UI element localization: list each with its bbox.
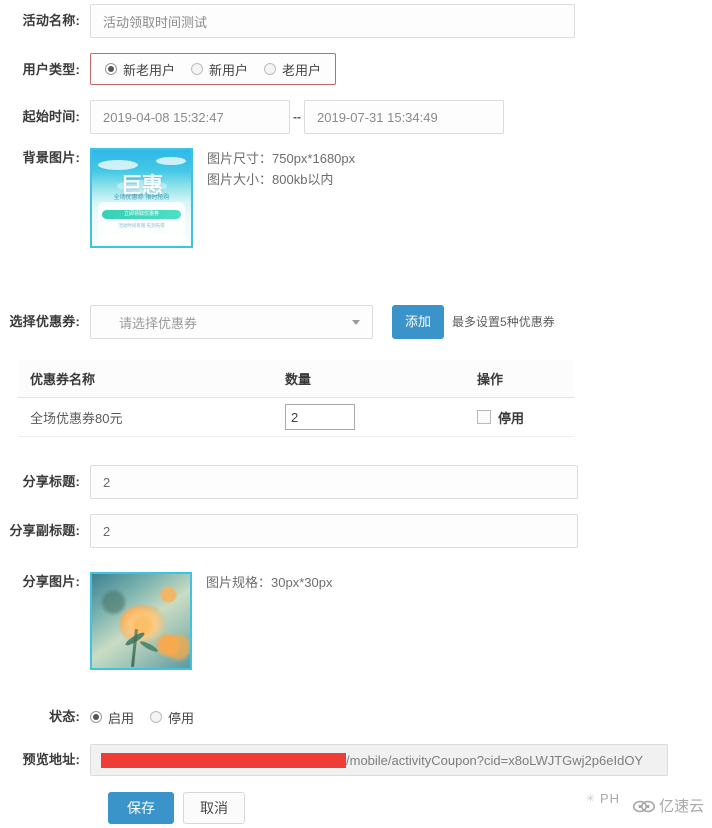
field-row-background-image: 背景图片: 巨惠 全场优惠券 限时抢购 立即领取优惠券 活动时间有限 先到先得 … [0, 148, 355, 248]
radio-indicator-icon [105, 63, 117, 75]
cancel-button[interactable]: 取消 [183, 792, 245, 824]
coupon-action-cell: 停用 [465, 397, 574, 437]
activity-edit-form: 活动名称: 用户类型: 新老用户 新用户 老用户 [0, 0, 712, 828]
preview-url-text: /mobile/activityCoupon?cid=x8oLWJTGwj2p6… [346, 752, 644, 768]
table-row: 全场优惠券80元 停用 [18, 397, 574, 437]
user-type-radio-group: 新老用户 新用户 老用户 [90, 53, 337, 85]
field-row-coupon-select: 选择优惠券: 请选择优惠券 添加 最多设置5种优惠券 [0, 305, 555, 339]
user-type-option-2[interactable]: 老用户 [264, 60, 321, 79]
user-type-option-1-label: 新用户 [209, 62, 249, 78]
radio-indicator-icon [264, 63, 277, 75]
background-image-thumbnail[interactable]: 巨惠 全场优惠券 限时抢购 立即领取优惠券 活动时间有限 先到先得 [90, 148, 193, 248]
watermark-cloud-text: 亿速云 [658, 798, 704, 815]
poster-subline: 全场优惠券 限时抢购 [113, 195, 170, 201]
share-title-field [90, 465, 578, 499]
table-header-coupon-name: 优惠券名称 [18, 360, 273, 398]
table-header-quantity: 数量 [273, 360, 465, 398]
background-image-notes: 图片尺寸：750px*1680px 图片大小：800kb以内 [207, 148, 355, 190]
background-image-field: 巨惠 全场优惠券 限时抢购 立即领取优惠券 活动时间有限 先到先得 图片尺寸：7… [90, 148, 355, 248]
coupon-table: 优惠券名称 数量 操作 全场优惠券80元 停用 [18, 360, 574, 437]
share-subtitle-label: 分享副标题: [9, 523, 80, 538]
radio-indicator-icon [90, 711, 102, 723]
activity-name-input[interactable] [90, 4, 575, 38]
watermark-cloud: 亿速云 [632, 795, 704, 816]
poster-graphic: 巨惠 全场优惠券 限时抢购 立即领取优惠券 活动时间有限 先到先得 [92, 150, 191, 246]
preview-url-field: /mobile/activityCoupon?cid=x8oLWJTGwj2p6… [90, 744, 668, 776]
share-image-field: 图片规格：30px*30px [90, 572, 332, 670]
share-image-notes: 图片规格：30px*30px [206, 572, 332, 593]
cloud-shape-icon [156, 157, 186, 165]
field-row-share-subtitle: 分享副标题: [0, 514, 578, 548]
share-image-thumbnail[interactable] [90, 572, 192, 670]
save-button[interactable]: 保存 [108, 792, 174, 824]
start-time-input[interactable] [90, 100, 290, 134]
coupon-select-dropdown[interactable]: 请选择优惠券 [90, 305, 373, 339]
background-image-size-note: 图片尺寸：750px*1680px [207, 151, 356, 166]
coupon-name-cell: 全场优惠券80元 [18, 397, 273, 437]
poster-button-label: 立即领取优惠券 [123, 211, 159, 217]
coupon-limit-hint: 最多设置5种优惠券 [452, 315, 555, 329]
poster-sheet [96, 236, 187, 242]
user-type-option-1[interactable]: 新用户 [191, 60, 248, 79]
coupon-table-wrapper: 优惠券名称 数量 操作 全场优惠券80元 停用 [18, 360, 574, 437]
share-subtitle-input[interactable] [90, 514, 578, 548]
field-row-user-type: 用户类型: 新老用户 新用户 老用户 [0, 53, 337, 87]
field-row-share-title: 分享标题: [0, 465, 578, 499]
radio-indicator-icon [191, 63, 204, 75]
share-subtitle-field [90, 514, 578, 548]
chevron-down-icon [352, 320, 360, 325]
date-range-separator: -- [293, 110, 301, 124]
disable-coupon-toggle[interactable]: 停用 [477, 408, 574, 427]
share-image-size-note: 图片规格：30px*30px [206, 575, 333, 590]
poster-tip: 活动时间有限 先到先得 [118, 223, 165, 228]
user-type-option-0[interactable]: 新老用户 [105, 60, 175, 79]
share-image-label: 分享图片: [22, 574, 80, 589]
time-range-label: 起始时间: [22, 109, 80, 124]
watermark-ph-text: PH [599, 791, 620, 806]
coupon-quantity-cell [273, 397, 465, 437]
field-row-status: 状态: 启用 停用 [0, 700, 194, 734]
redaction-bar [101, 752, 346, 768]
status-option-0-label: 启用 [108, 710, 135, 726]
status-option-1[interactable]: 停用 [150, 708, 194, 727]
preview-url-label: 预览地址: [22, 752, 80, 767]
disable-coupon-label: 停用 [498, 410, 525, 426]
status-option-1-label: 停用 [168, 710, 195, 726]
time-range-field: -- [90, 100, 504, 134]
table-header-action: 操作 [465, 360, 574, 398]
user-type-label: 用户类型: [22, 62, 80, 77]
activity-name-label: 活动名称: [22, 13, 80, 28]
flower-photo [92, 574, 190, 668]
cloud-logo-icon [632, 800, 655, 813]
checkbox-icon[interactable] [477, 410, 491, 424]
field-row-activity-name: 活动名称: [0, 4, 575, 38]
background-image-label: 背景图片: [22, 150, 80, 165]
flower-bud-shape [155, 632, 182, 657]
activity-name-field [90, 4, 575, 38]
share-title-input[interactable] [90, 465, 578, 499]
watermark-ph: ✳ PH [586, 791, 620, 806]
coupon-select-field: 请选择优惠券 添加 最多设置5种优惠券 [90, 305, 555, 339]
field-row-preview-url: 预览地址: /mobile/activityCoupon?cid=x8oLWJT… [0, 744, 668, 776]
form-actions: 保存 取消 [108, 792, 245, 824]
coupon-select-placeholder: 请选择优惠券 [119, 315, 198, 331]
background-image-weight-note: 图片大小：800kb以内 [207, 172, 334, 187]
status-field: 启用 停用 [90, 700, 194, 734]
table-header-row: 优惠券名称 数量 操作 [18, 360, 574, 398]
status-option-0[interactable]: 启用 [90, 708, 134, 727]
end-time-input[interactable] [304, 100, 504, 134]
field-row-time-range: 起始时间: -- [0, 100, 504, 134]
watermark-glyph-icon: ✳ [585, 793, 596, 805]
user-type-option-2-label: 老用户 [282, 62, 322, 78]
user-type-field: 新老用户 新用户 老用户 [90, 53, 337, 85]
radio-indicator-icon [150, 711, 163, 723]
field-row-share-image: 分享图片: 图片规格：30px*30px [0, 572, 332, 670]
status-label: 状态: [49, 709, 80, 724]
share-title-label: 分享标题: [22, 474, 80, 489]
coupon-quantity-input[interactable] [285, 404, 355, 430]
user-type-option-0-label: 新老用户 [123, 62, 176, 78]
coupon-select-label: 选择优惠券: [9, 314, 80, 329]
preview-url-box[interactable]: /mobile/activityCoupon?cid=x8oLWJTGwj2p6… [90, 744, 668, 776]
add-coupon-button[interactable]: 添加 [392, 305, 445, 339]
